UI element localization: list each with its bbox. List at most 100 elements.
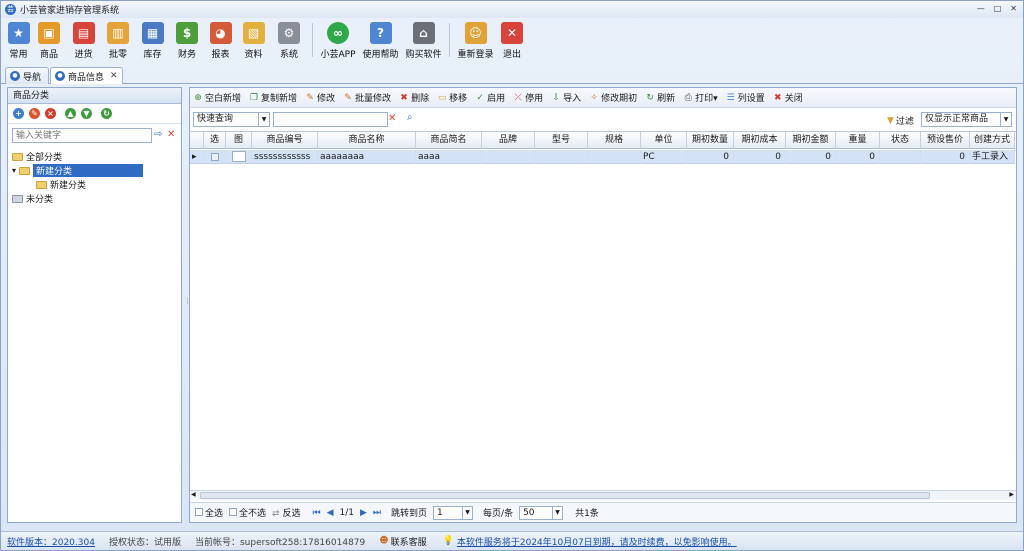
toolbar-inventory-button[interactable]: ▦ 库存 [135,19,170,60]
refresh-button[interactable]: ↻ 刷新 [645,91,675,105]
column-header[interactable]: 商品简名 [416,132,482,149]
column-header[interactable]: 商品名称 [318,132,416,149]
column-header[interactable]: 图 [226,132,252,149]
column-header[interactable]: 预设售价 [921,132,970,149]
category-search-input[interactable] [12,128,152,143]
app-window: 芸 小芸管家进销存管理系统 — □ ✕ ★ 常用 ▣ 商品 ▤ 进货 ▥ 批零 ▦ 库存 $ 财务 ◕ 报… [0,0,1024,551]
first-page-icon[interactable]: ⏮ [312,508,320,518]
tree-node[interactable]: 未分类 [12,192,53,205]
refresh-category-icon[interactable]: ↻ [101,108,112,119]
batch-edit-button[interactable]: ✎ 批量修改 [343,91,391,105]
table-cell: ▸ [190,150,204,164]
row-checkbox[interactable] [204,150,226,164]
maximize-button[interactable]: □ [994,4,1002,13]
delete-category-icon[interactable]: × [45,108,56,119]
minimize-button[interactable]: — [977,4,985,13]
toolbar-goods-box-button[interactable]: ▣ 商品 [32,19,66,60]
per-page-select[interactable]: 50 ▼ [519,505,564,520]
current-account: 当前帐号：supersoft258:17816014879 [194,537,366,548]
tab-navigation[interactable]: ● 导航 [5,67,49,84]
search-go-icon[interactable]: ⇨ [154,129,162,140]
per-page-label: 每页/条 [483,509,514,519]
tab-goods-info[interactable]: ● 商品信息 ✕ [50,67,123,84]
query-input[interactable] [273,112,388,127]
scroll-thumb[interactable] [200,492,930,499]
edit-initial-button[interactable]: ✧ 修改期初 [589,91,637,105]
toolbar-system-gear-button[interactable]: ⚙ 系统 [270,19,308,60]
toolbar-star-button[interactable]: ★ 常用 [5,19,32,60]
search-clear-icon[interactable]: ✕ [167,129,175,140]
toolbar-relogin-button[interactable]: ☺ 重新登录 [454,19,497,60]
edit-button[interactable]: ✎ 修改 [305,91,335,105]
column-header[interactable]: 状态 [880,132,921,149]
toolbar-report-pie-button[interactable]: ◕ 报表 [204,19,237,60]
expiry-notice[interactable]: 💡 本软件服务将于2024年10月07日到期，请及时续费，以免影响使用。 [443,535,737,548]
query-clear-icon[interactable]: ✕ [388,113,396,124]
tab-close-icon[interactable]: ✕ [110,71,118,81]
tree-node[interactable]: ▾ 新建分类 [12,164,144,177]
toolbar-cart-button[interactable]: ⌂ 购买软件 [402,19,445,60]
import-button[interactable]: ⇩ 导入 [551,91,581,105]
tree-node-label: 未分类 [26,195,54,205]
toolbar-finance-button[interactable]: $ 财务 [170,19,204,60]
action-label: 删除 [411,94,430,104]
toolbar-mini-app-button[interactable]: ∞ 小芸APP [317,19,359,60]
tab-navigation-label: 导航 [23,72,42,83]
scroll-right-icon[interactable]: ▶ [1009,491,1014,498]
tree-node[interactable]: 全部分类 [12,150,62,163]
column-header[interactable]: 期初金额 [786,132,836,149]
auth-status: 授权状态：试用版 [108,537,181,548]
column-header[interactable]: 期初成本 [734,132,786,149]
move-up-icon[interactable]: ▲ [65,108,76,119]
horizontal-scrollbar[interactable]: ◀ ▶ [190,490,1016,500]
toolbar-purchase-button[interactable]: ▤ 进货 [66,19,101,60]
column-settings-button[interactable]: ☰ 列设置 [726,91,765,105]
title-bar: 芸 小芸管家进销存管理系统 — □ ✕ [1,1,1023,18]
column-header[interactable]: 创建方式 [970,132,1015,149]
add-blank-button[interactable]: ⊕ 空白新增 [193,91,241,105]
toolbar-label: 退出 [502,50,521,60]
add-category-icon[interactable]: + [13,108,24,119]
support-button[interactable]: ☻ 联系客服 [379,535,426,548]
toolbar-help-button[interactable]: ? 使用帮助 [359,19,402,60]
toolbar-wholesale-button[interactable]: ▥ 批零 [101,19,135,60]
goto-page-input[interactable]: 1 ▼ [433,505,474,520]
select-all-button[interactable]: 全选 [195,506,223,519]
column-header[interactable]: 期初数量 [687,132,734,149]
close-button[interactable]: ✖ 关闭 [773,91,803,105]
next-page-icon[interactable]: ▶ [360,508,367,518]
quick-query-select[interactable]: 快速查询 ▼ [193,112,270,127]
search-icon[interactable]: ⌕ [407,112,413,123]
column-header[interactable]: 选 [204,132,226,149]
close-window-button[interactable]: ✕ [1010,4,1017,13]
software-version-link[interactable]: 软件版本：2020.304 [7,535,95,548]
copy-add-button[interactable]: ❐ 复制新增 [249,91,297,105]
delete-button[interactable]: ✖ 删除 [399,91,430,105]
toolbar-exit-button[interactable]: ✕ 退出 [497,19,527,60]
move-button[interactable]: ▭ 移移 [437,91,467,105]
tree-expander-icon[interactable]: ▾ [12,166,16,175]
disable-button[interactable]: ⤫ 停用 [513,91,544,105]
column-header[interactable]: 品牌 [482,132,535,149]
scroll-left-icon[interactable]: ◀ [191,491,196,498]
tree-node[interactable]: 新建分类 [36,178,86,191]
filter-button[interactable]: ▼ 过滤 [887,114,914,128]
goods-info-icon: ● [55,71,65,81]
enable-button[interactable]: ✓ 启用 [475,91,505,105]
print-button[interactable]: ⎙ 打印▾ [683,91,718,105]
column-header[interactable]: 规格 [588,132,641,149]
prev-page-icon[interactable]: ◀ [327,508,334,518]
toolbar-data-button[interactable]: ▧ 资料 [237,19,270,60]
column-header[interactable]: 单位 [641,132,687,149]
column-header[interactable]: 商品编号 [252,132,318,149]
column-header[interactable] [190,132,204,149]
filter-select[interactable]: 仅显示正常商品 ▼ [921,112,1012,127]
invert-selection-button[interactable]: ⇄ 反选 [272,506,300,519]
select-none-button[interactable]: 全不选 [229,506,266,519]
table-row[interactable]: ▸ ssssssssssss aaaaaaaa aaaa PC 0 0 0 0 0 手工录入 [190,150,1015,164]
edit-category-icon[interactable]: ✎ [29,108,40,119]
column-header[interactable]: 重量 [836,132,880,149]
move-down-icon[interactable]: ▼ [81,108,92,119]
column-header[interactable]: 型号 [535,132,588,149]
last-page-icon[interactable]: ⏭ [373,508,381,518]
